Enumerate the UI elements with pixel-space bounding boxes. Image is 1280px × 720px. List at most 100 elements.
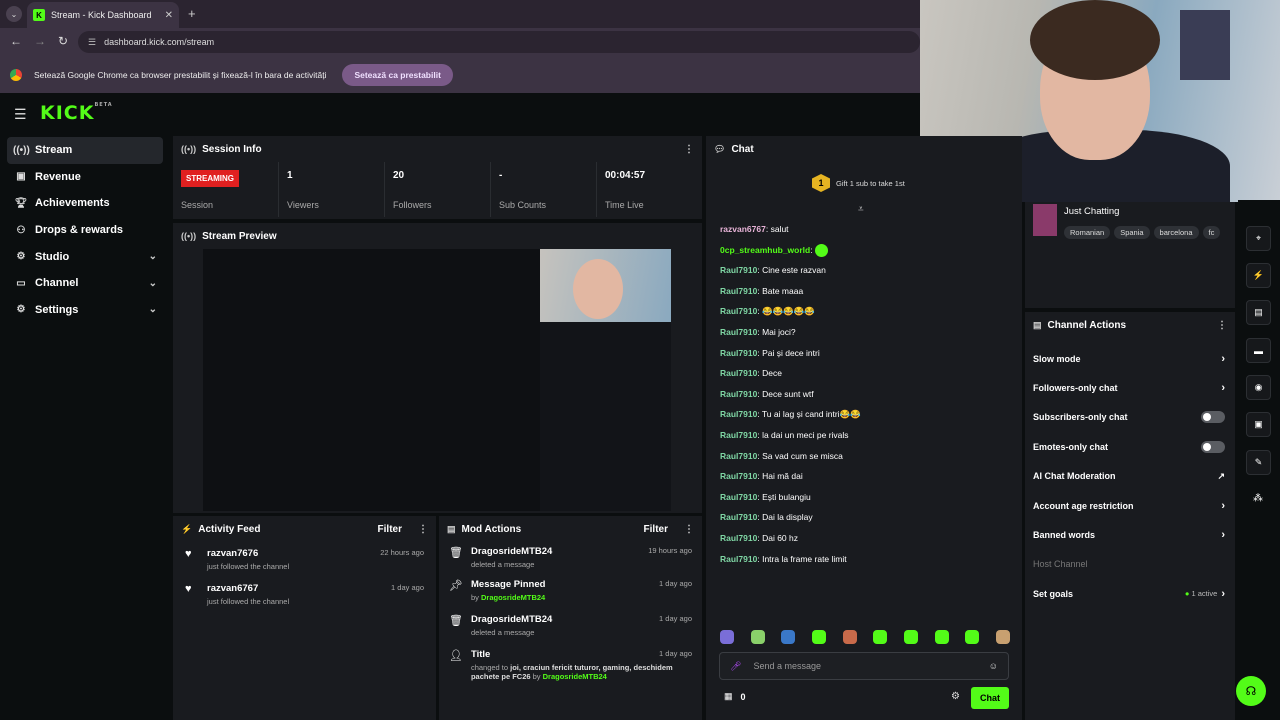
chat-input[interactable]: 🎤︎ Send a message ☺ — [719, 652, 1009, 680]
pinned-collapse-icon[interactable]: ⩡ — [858, 204, 864, 215]
chevron-down-icon: ⌄ — [148, 277, 157, 289]
sidebar-item-label: Achievements — [35, 197, 110, 210]
chat-username[interactable]: Raul7910 — [720, 265, 757, 275]
emote-icon[interactable] — [811, 630, 826, 644]
set-default-button[interactable]: Setează ca prestabilit — [342, 64, 453, 86]
gift-sub-banner[interactable]: 1 Gift 1 sub to take 1st — [812, 174, 905, 192]
sidebar-item-stream[interactable]: ((•)) Stream — [7, 137, 163, 164]
activity-user[interactable]: razvan6767 — [207, 583, 289, 594]
action-account-age[interactable]: Account age restriction › — [1025, 491, 1235, 520]
support-icon[interactable]: ☊ — [1236, 676, 1266, 706]
tag-chip[interactable]: Spania — [1114, 226, 1150, 239]
emote-icon[interactable] — [781, 630, 796, 644]
sidebar-item-settings[interactable]: ⚙ Settings ⌄ — [7, 297, 163, 324]
chat-username[interactable]: 0cp_streamhub_world — [720, 245, 810, 255]
mic-icon[interactable]: 🎤︎ — [730, 661, 741, 672]
tag-chip[interactable]: barcelona — [1153, 226, 1199, 239]
apps-icon[interactable]: ⁂ — [1253, 493, 1263, 504]
chat-username[interactable]: razvan6767 — [720, 224, 766, 234]
chat-username[interactable]: Raul7910 — [720, 348, 757, 358]
site-info-icon[interactable]: ☰ — [88, 37, 96, 48]
chat-settings-icon[interactable]: ⚙ — [951, 691, 960, 702]
emotes-only-toggle[interactable] — [1201, 440, 1225, 453]
back-icon[interactable]: ← — [10, 34, 22, 48]
emote-icon[interactable] — [995, 630, 1010, 644]
channel-points[interactable]: ▦ 0 — [724, 691, 746, 702]
tag-chip[interactable]: Romanian — [1064, 226, 1111, 239]
action-followers-only[interactable]: Followers-only chat › — [1025, 373, 1235, 402]
archive-icon[interactable]: ▣ — [1246, 412, 1271, 437]
category-thumbnail[interactable] — [1033, 204, 1057, 236]
more-options-icon[interactable]: ⋮ — [1217, 320, 1227, 331]
chat-username[interactable]: Raul7910 — [720, 512, 757, 522]
chevron-down-icon: ⌄ — [148, 251, 157, 263]
tab-search-icon[interactable]: ⌄ — [6, 6, 22, 22]
emote-icon[interactable] — [873, 630, 888, 644]
mod-desc: deleted a message — [471, 560, 535, 569]
chat-username[interactable]: Raul7910 — [720, 368, 757, 378]
emote-icon[interactable] — [903, 630, 918, 644]
reload-icon[interactable]: ↻ — [58, 34, 68, 48]
tag-chip[interactable]: fc — [1202, 226, 1221, 239]
emoji-picker-icon[interactable]: ☺ — [989, 661, 998, 671]
chat-bubble-icon[interactable]: ▬ — [1246, 338, 1271, 363]
browser-tab[interactable]: K Stream - Kick Dashboard ✕ — [27, 2, 179, 28]
chat-username[interactable]: Raul7910 — [720, 327, 757, 337]
sidebar-item-channel[interactable]: ▭ Channel ⌄ — [7, 270, 163, 297]
chat-username[interactable]: Raul7910 — [720, 389, 757, 399]
activity-desc: just followed the channel — [207, 597, 290, 606]
action-set-goals[interactable]: Set goals ● 1 active › — [1025, 579, 1235, 608]
forward-icon[interactable]: → — [34, 34, 46, 48]
emote-icon[interactable] — [842, 630, 857, 644]
subscribers-only-toggle[interactable] — [1201, 411, 1225, 424]
filter-button[interactable]: Filter — [378, 524, 402, 535]
new-tab-button[interactable]: + — [188, 6, 196, 21]
stream-preview-header: ((•)) Stream Preview — [173, 223, 702, 249]
tab-close-icon[interactable]: ✕ — [165, 10, 173, 21]
address-bar[interactable]: ☰ dashboard.kick.com/stream — [78, 31, 920, 53]
filter-button[interactable]: Filter — [644, 524, 668, 535]
mod-user-link[interactable]: DragosrideMTB24 — [543, 672, 607, 681]
chat-username[interactable]: Raul7910 — [720, 533, 757, 543]
emote-icon[interactable] — [750, 630, 765, 644]
emote-icon[interactable] — [965, 630, 980, 644]
chat-username[interactable]: Raul7910 — [720, 451, 757, 461]
chat-username[interactable]: Raul7910 — [720, 430, 757, 440]
emote-icon[interactable] — [720, 630, 734, 644]
mod-user-link[interactable]: DragosrideMTB24 — [481, 593, 545, 602]
kick-logo[interactable]: KICKBETA — [40, 102, 113, 124]
emote-icon[interactable] — [934, 630, 949, 644]
action-label: Set goals — [1033, 588, 1074, 599]
chat-username[interactable]: Raul7910 — [720, 306, 757, 316]
sidebar-item-studio[interactable]: ⚙ Studio ⌄ — [7, 243, 163, 270]
more-options-icon[interactable]: ⋮ — [684, 524, 694, 535]
sidebar-item-label: Settings — [35, 303, 79, 316]
chat-username[interactable]: Raul7910 — [720, 286, 757, 296]
bolt-icon: ⚡ — [181, 523, 193, 534]
more-options-icon[interactable]: ⋮ — [418, 524, 428, 535]
chat-username[interactable]: Raul7910 — [720, 492, 757, 502]
bolt-icon[interactable]: ⚡ — [1246, 263, 1271, 288]
stream-preview-video[interactable] — [203, 249, 671, 511]
send-chat-button[interactable]: Chat — [971, 687, 1009, 709]
action-slow-mode[interactable]: Slow mode › — [1025, 344, 1235, 373]
broadcast-icon[interactable]: ◉ — [1246, 375, 1271, 400]
chat-username[interactable]: Raul7910 — [720, 471, 757, 481]
action-banned-words[interactable]: Banned words › — [1025, 520, 1235, 549]
activity-feed-panel: ⚡ Activity Feed Filter ⋮ ♥ razvan7676 just fo… — [173, 516, 436, 720]
wrench-icon[interactable]: ✎ — [1246, 450, 1271, 475]
chevron-down-icon: ⌄ — [148, 304, 157, 316]
screenshot-icon[interactable]: ⌖ — [1246, 226, 1271, 251]
sidebar-item-drops[interactable]: ⚇ Drops & rewards — [7, 217, 163, 244]
category-name[interactable]: Just Chatting — [1064, 206, 1119, 217]
notes-icon[interactable]: ▤ — [1246, 300, 1271, 325]
sidebar-item-revenue[interactable]: ▣ Revenue — [7, 164, 163, 191]
chat-username[interactable]: Raul7910 — [720, 554, 757, 564]
sidebar-item-achievements[interactable]: 🏆︎ Achievements — [7, 190, 163, 217]
more-options-icon[interactable]: ⋮ — [684, 144, 694, 155]
activity-user[interactable]: razvan7676 — [207, 548, 289, 559]
chat-username[interactable]: Raul7910 — [720, 409, 757, 419]
menu-icon[interactable]: ☰ — [14, 106, 27, 123]
emote-bar — [720, 630, 1010, 644]
action-ai-moderation[interactable]: AI Chat Moderation ↗ — [1025, 462, 1235, 491]
